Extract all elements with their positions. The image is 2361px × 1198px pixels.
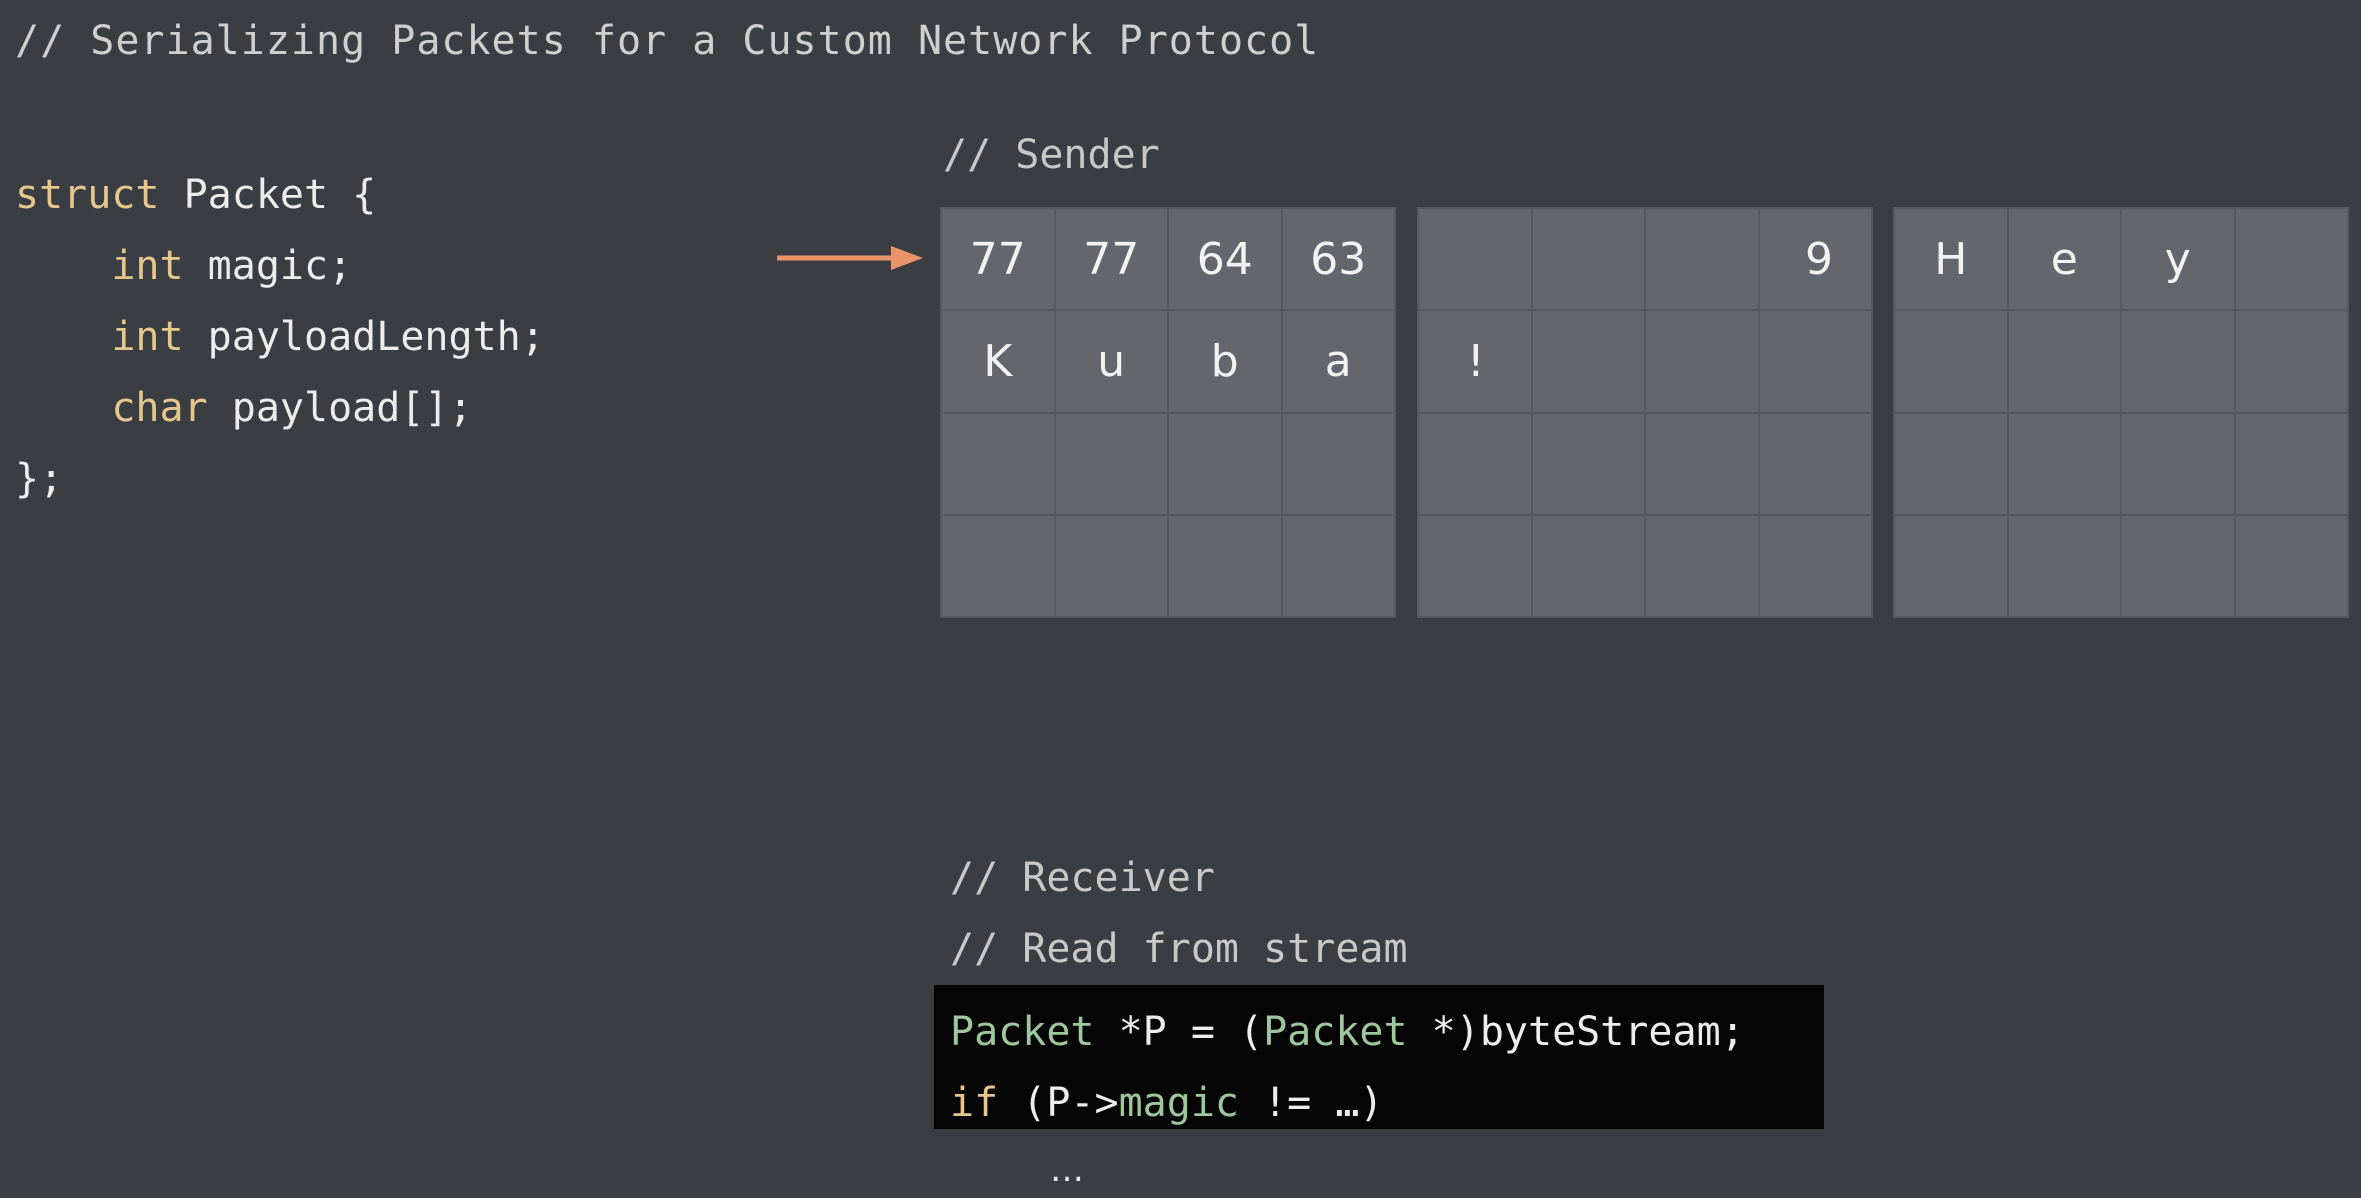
byte-cell: a — [1282, 311, 1394, 412]
continuation-ellipsis: … — [1050, 1150, 1084, 1190]
code-text-3: (P-> — [998, 1080, 1119, 1126]
byte-cell — [2008, 413, 2120, 514]
byte-cell — [1419, 413, 1531, 514]
keyword-int-magic: int — [111, 243, 184, 289]
byte-cell — [1646, 209, 1758, 310]
byte-cell — [1532, 311, 1644, 412]
byte-cell: K — [942, 311, 1054, 412]
keyword-int-payload-length: int — [111, 314, 184, 360]
keyword-if: if — [950, 1080, 999, 1126]
byte-cell — [1169, 413, 1281, 514]
read-stream-comment: // Read from stream — [950, 926, 1408, 972]
byte-cell — [1759, 413, 1871, 514]
keyword-char-payload: char — [111, 385, 208, 431]
byte-cell — [1419, 515, 1531, 616]
byte-cell: 77 — [942, 209, 1054, 310]
byte-cell — [1169, 515, 1281, 616]
packet-block-3: Hey — [1893, 207, 2349, 618]
field-magic: magic; — [183, 243, 353, 289]
packet-block-1: 77 77 64 63 Ku b a — [940, 207, 1396, 618]
type-packet-1: Packet — [950, 1009, 1095, 1055]
code-text-4: != …) — [1239, 1080, 1384, 1126]
code-text-1: *P = ( — [1094, 1009, 1264, 1055]
receiver-comment: // Receiver — [950, 855, 1215, 901]
byte-cell — [1282, 515, 1394, 616]
field-payload: payload[]; — [207, 385, 473, 431]
byte-cell — [2235, 311, 2347, 412]
byte-cell — [2008, 311, 2120, 412]
byte-cell — [1419, 209, 1531, 310]
byte-cell: u — [1055, 311, 1167, 412]
byte-cell — [2235, 209, 2347, 310]
byte-cell — [1055, 515, 1167, 616]
byte-cell — [1646, 413, 1758, 514]
byte-cell — [2122, 413, 2234, 514]
arrow-right-icon — [777, 246, 923, 270]
byte-cell: 64 — [1169, 209, 1281, 310]
byte-cell: H — [1895, 209, 2007, 310]
code-text-2: *)byteStream; — [1407, 1009, 1745, 1055]
byte-cell — [1759, 311, 1871, 412]
byte-cell — [1895, 515, 2007, 616]
byte-cell — [2122, 515, 2234, 616]
slide-title: // Serializing Packets for a Custom Netw… — [15, 18, 1320, 64]
byte-cell — [942, 413, 1054, 514]
byte-cell: y — [2122, 209, 2234, 310]
byte-cell — [1646, 515, 1758, 616]
byte-cell — [1532, 209, 1644, 310]
type-packet-2: Packet — [1263, 1009, 1408, 1055]
byte-cell — [2122, 311, 2234, 412]
receiver-code-block: Packet *P = (Packet *)byteStream; if (P-… — [934, 985, 1824, 1129]
byte-cell — [1759, 515, 1871, 616]
byte-cell — [1055, 413, 1167, 514]
struct-code-block: struct Packet { int magic; int payloadLe… — [15, 160, 545, 515]
sender-comment: // Sender — [943, 132, 1160, 178]
byte-cell — [942, 515, 1054, 616]
byte-cell — [1532, 515, 1644, 616]
byte-cell: e — [2008, 209, 2120, 310]
keyword-struct: struct — [15, 172, 160, 218]
field-payload-length: payloadLength; — [183, 314, 545, 360]
byte-cell: 77 — [1055, 209, 1167, 310]
packet-block-2: 9! — [1417, 207, 1873, 618]
struct-close: }; — [15, 456, 64, 502]
byte-cell — [2008, 515, 2120, 616]
byte-cell — [1282, 413, 1394, 514]
byte-cell — [1532, 413, 1644, 514]
byte-cell: 9 — [1759, 209, 1871, 310]
byte-cell — [2235, 413, 2347, 514]
byte-cell — [2235, 515, 2347, 616]
byte-cell — [1895, 311, 2007, 412]
byte-cell: ! — [1419, 311, 1531, 412]
byte-cell — [1646, 311, 1758, 412]
struct-name: Packet { — [159, 172, 377, 218]
byte-cell: b — [1169, 311, 1281, 412]
byte-cell — [1895, 413, 2007, 514]
field-magic-ref: magic — [1118, 1080, 1240, 1126]
byte-cell: 63 — [1282, 209, 1394, 310]
